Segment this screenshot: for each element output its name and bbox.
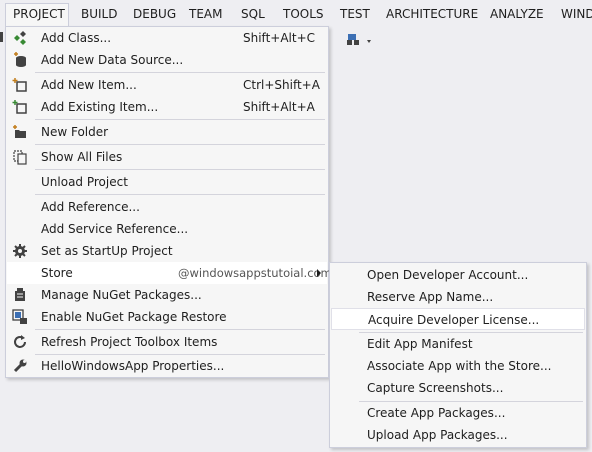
menu-team[interactable]: TEAM [189,7,222,23]
submenu-item-acquire-developer-license[interactable]: Acquire Developer License... [331,308,585,330]
new-folder-icon [12,124,28,140]
submenu-item-label: Acquire Developer License... [368,313,540,327]
submenu-item-associate-app[interactable]: Associate App with the Store... [331,355,585,377]
menu-separator [35,329,325,330]
menu-item-properties[interactable]: HelloWindowsApp Properties... [7,355,327,377]
submenu-arrow-icon [317,269,321,277]
toolbar-find-icon[interactable] [345,30,373,48]
menu-tools[interactable]: TOOLS [283,7,324,23]
submenu-item-label: Capture Screenshots... [367,381,504,395]
menu-item-label: Add Class... [41,31,112,45]
menu-separator [35,169,325,170]
menu-item-enable-nuget-restore[interactable]: Enable NuGet Package Restore [7,306,327,328]
menu-item-add-new-data-source[interactable]: Add New Data Source... [7,49,327,71]
menu-separator [35,144,325,145]
menu-separator [35,194,325,195]
menu-item-add-service-reference[interactable]: Add Service Reference... [7,218,327,240]
menu-build[interactable]: BUILD [81,7,117,23]
menu-item-label: Store [41,266,73,280]
submenu-item-upload-app-packages[interactable]: Upload App Packages... [331,424,585,446]
menu-item-label: New Folder [41,125,109,139]
submenu-item-create-app-packages[interactable]: Create App Packages... [331,402,585,424]
menu-item-unload-project[interactable]: Unload Project [7,171,327,193]
submenu-item-reserve-app-name[interactable]: Reserve App Name... [331,286,585,308]
menu-item-refresh-toolbox[interactable]: Refresh Project Toolbox Items [7,331,327,353]
nuget-icon [12,287,28,303]
submenu-item-label: Edit App Manifest [367,337,473,351]
menu-item-add-reference[interactable]: Add Reference... [7,196,327,218]
menu-analyze[interactable]: ANALYZE [490,7,544,23]
show-all-files-icon [12,149,28,165]
menu-item-shortcut: Ctrl+Shift+A [243,78,320,92]
package-restore-icon [12,309,28,325]
menu-debug[interactable]: DEBUG [133,7,176,23]
menu-item-label: Add Service Reference... [41,222,189,236]
submenu-item-capture-screenshots[interactable]: Capture Screenshots... [331,377,585,399]
menu-item-shortcut: Shift+Alt+C [243,31,316,45]
menu-item-manage-nuget-packages[interactable]: Manage NuGet Packages... [7,284,327,306]
menu-item-add-new-item[interactable]: Add New Item... Ctrl+Shift+A [7,74,327,96]
gear-icon [12,243,28,259]
toolbar-edge-icon [0,30,4,48]
refresh-icon [12,334,28,350]
menu-item-shortcut: Shift+Alt+A [243,100,315,114]
menu-sql[interactable]: SQL [241,7,265,23]
menu-item-store[interactable]: Store @windowsappstutoial.com [7,262,332,284]
menu-bar: PROJECT BUILD DEBUG TEAM SQL TOOLS TEST … [0,0,592,27]
menu-item-label: Manage NuGet Packages... [41,288,202,302]
menu-item-label: HelloWindowsApp Properties... [41,359,225,373]
menu-item-label: Show All Files [41,150,123,164]
menu-separator [35,119,325,120]
menu-window[interactable]: WIND [561,7,592,23]
submenu-item-label: Upload App Packages... [367,428,508,442]
submenu-item-open-developer-account[interactable]: Open Developer Account... [331,264,585,286]
watermark-text: @windowsappstutoial.com [178,266,332,280]
submenu-item-label: Reserve App Name... [367,290,494,304]
menu-item-new-folder[interactable]: New Folder [7,121,327,143]
menu-architecture[interactable]: ARCHITECTURE [386,7,478,23]
add-new-item-icon [12,77,28,93]
menu-item-add-existing-item[interactable]: Add Existing Item... Shift+Alt+A [7,96,327,118]
menu-project[interactable]: PROJECT [13,7,65,23]
wrench-icon [12,358,28,374]
add-class-icon [12,30,28,46]
submenu-item-label: Create App Packages... [367,406,506,420]
menu-item-set-startup-project[interactable]: Set as StartUp Project [7,240,327,262]
submenu-item-label: Open Developer Account... [367,268,529,282]
add-data-source-icon [12,52,28,68]
submenu-item-label: Associate App with the Store... [367,359,552,373]
submenu-item-edit-app-manifest[interactable]: Edit App Manifest [331,333,585,355]
menu-item-label: Enable NuGet Package Restore [41,310,227,324]
menu-item-add-class[interactable]: Add Class... Shift+Alt+C [7,27,327,49]
menu-item-label: Set as StartUp Project [41,244,173,258]
menu-item-label: Add New Item... [41,78,137,92]
menu-item-label: Unload Project [41,175,128,189]
store-submenu: Open Developer Account... Reserve App Na… [329,262,587,448]
menu-item-label: Add New Data Source... [41,53,184,67]
project-menu: Add Class... Shift+Alt+C Add New Data So… [5,26,332,378]
menu-item-show-all-files[interactable]: Show All Files [7,146,327,168]
menu-item-label: Add Reference... [41,200,140,214]
menu-item-label: Refresh Project Toolbox Items [41,335,218,349]
menu-test[interactable]: TEST [340,7,370,23]
add-existing-item-icon [12,99,28,115]
menu-separator [35,72,325,73]
menu-item-label: Add Existing Item... [41,100,159,114]
